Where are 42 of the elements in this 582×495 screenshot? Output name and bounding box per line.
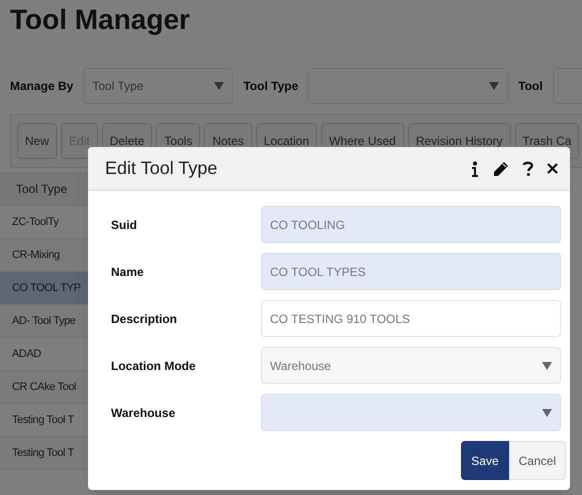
filter-label: Manage By	[10, 78, 74, 95]
select-field[interactable]: Warehouse	[261, 347, 561, 384]
table-cell-text: CR-Mixing	[12, 248, 60, 263]
field-label: Description	[111, 310, 178, 328]
help-icon[interactable]	[523, 161, 533, 176]
field-label: Warehouse	[111, 404, 176, 422]
table-cell-text: Testing Tool T	[12, 446, 74, 461]
caret-icon	[489, 82, 500, 90]
table-cell-text: ADAD	[12, 346, 41, 362]
table-cell-text: CO TOOL TYP	[12, 280, 81, 296]
table-row[interactable]: Testing Tool T	[0, 437, 88, 470]
table-cell-text: AD- Tool Type	[12, 314, 76, 329]
select-field[interactable]	[308, 68, 508, 104]
table-cell-text: ZC-ToolTy	[12, 214, 59, 230]
info-icon[interactable]	[471, 160, 479, 176]
caret-icon	[214, 82, 224, 90]
table-cell-text: CR CAke Tool	[12, 380, 76, 395]
caret-icon	[542, 408, 552, 416]
table-row[interactable]: CR CAke Tool	[0, 371, 88, 404]
filter-label: Tool Type	[243, 78, 298, 95]
table-row[interactable]: CR-Mixing	[0, 239, 88, 272]
input-field[interactable]: CO TOOLING	[261, 206, 561, 243]
input-field[interactable]: CO TESTING 910 TOOLS	[261, 300, 561, 337]
dialog-title: Edit Tool Type	[105, 157, 218, 180]
field-label: Suid	[111, 216, 138, 234]
input-field[interactable]: CO TOOL TYPES	[261, 253, 561, 290]
field-label: Location Mode	[111, 358, 197, 374]
cancel-button[interactable]: Cancel	[508, 441, 566, 480]
toolbar-button[interactable]: New	[17, 123, 58, 159]
page-title: Tool Manager	[10, 3, 191, 37]
close-icon[interactable]	[547, 163, 558, 174]
select-field[interactable]	[261, 394, 561, 431]
caret-icon	[542, 362, 552, 370]
column-header: Tool Type	[16, 180, 68, 198]
pencil-icon[interactable]	[493, 160, 509, 176]
table-cell-text: Testing Tool T	[12, 412, 74, 428]
table-row[interactable]: CO TOOL TYP	[0, 272, 88, 305]
table-row[interactable]: AD- Tool Type	[0, 305, 88, 338]
select-field[interactable]: Tool Type	[83, 68, 234, 104]
save-button[interactable]: Save	[461, 441, 509, 480]
field-label: Name	[111, 264, 145, 280]
filter-label: Tool	[518, 78, 543, 95]
